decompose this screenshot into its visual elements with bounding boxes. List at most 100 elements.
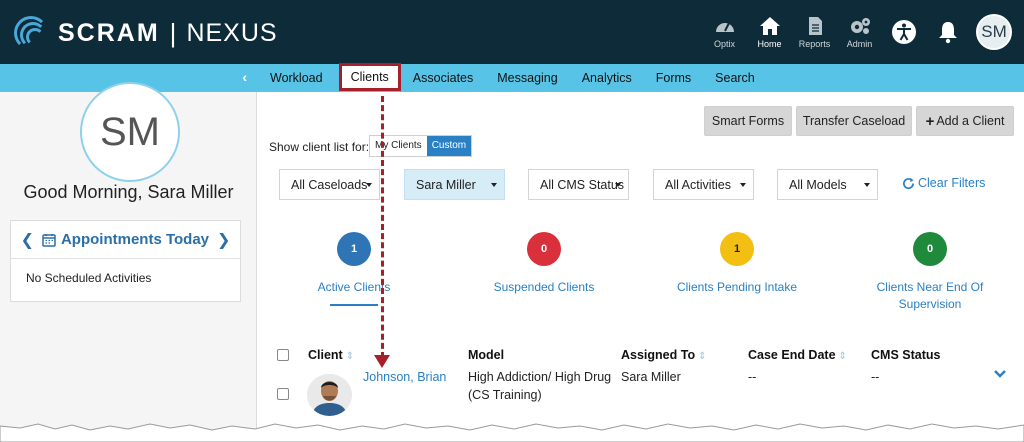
clear-filters-link[interactable]: Clear Filters (902, 176, 985, 190)
annotation-arrow-head (374, 355, 390, 368)
dashboard-icon (715, 22, 734, 32)
accessibility-button[interactable] (882, 19, 926, 45)
plus-icon: + (925, 112, 935, 130)
tab-analytics[interactable]: Analytics (570, 64, 644, 92)
sort-icon: ⇕ (698, 351, 707, 362)
suspended-count-badge: 0 (527, 232, 561, 266)
subnav-tabs: Workload Clients Associates Messaging An… (258, 63, 767, 92)
add-client-label: Add a Client (936, 114, 1005, 128)
models-dropdown[interactable]: All Models (777, 169, 878, 200)
stat-near-end-supervision[interactable]: 0 Clients Near End Of Supervision (860, 232, 1000, 313)
caret-down-icon (740, 183, 746, 187)
chevron-left-icon[interactable]: ❮ (21, 230, 34, 250)
caret-down-icon (491, 183, 497, 187)
client-case-end-date: -- (748, 370, 757, 384)
appointments-title: Appointments Today (60, 231, 210, 248)
greeting-text: Good Morning, Sara Miller (23, 182, 234, 202)
tab-search[interactable]: Search (703, 64, 767, 92)
col-assigned-label: Assigned To (621, 348, 696, 362)
client-list-toggle: My Clients Custom (369, 135, 473, 157)
annotation-arrow-line (381, 96, 384, 358)
transfer-caseload-button[interactable]: Transfer Caseload (796, 106, 912, 136)
col-client[interactable]: Client ⇕ (308, 348, 354, 362)
topnav-label: Admin (846, 38, 873, 49)
topnav-label: Reports (798, 38, 831, 49)
appointments-header: ❮ Appointments Today ❯ (11, 221, 240, 259)
user-filter-value: Sara Miller (416, 177, 476, 192)
bell-icon (939, 22, 957, 44)
my-clients-option[interactable]: My Clients (370, 136, 427, 156)
topnav-home[interactable]: Home (747, 16, 792, 49)
client-photo (307, 374, 352, 416)
show-list-label: Show client list for: (269, 140, 370, 154)
add-client-button[interactable]: + Add a Client (916, 106, 1014, 136)
appointments-panel: ❮ Appointments Today ❯ No Scheduled Acti… (10, 220, 241, 302)
stat-label: Clients Near End Of Supervision (876, 280, 984, 311)
custom-option[interactable]: Custom (426, 136, 472, 156)
stat-active-clients[interactable]: 1 Active Clients (284, 232, 424, 306)
chevron-left-icon: ‹ (242, 69, 247, 85)
caseloads-dropdown[interactable]: All Caseloads (279, 169, 380, 200)
chevron-down-icon[interactable] (994, 368, 1006, 382)
left-sidebar: SM Good Morning, Sara Miller ❮ Appointme… (0, 82, 257, 442)
scram-nexus-logo[interactable]: SCRAM | NEXUS (12, 14, 278, 52)
clients-main: Smart Forms Transfer Caseload + Add a Cl… (258, 92, 1024, 442)
topnav-label: Optix (713, 38, 735, 49)
appointments-empty-text: No Scheduled Activities (26, 271, 152, 285)
brand-separator: | (169, 17, 177, 48)
col-assigned-to[interactable]: Assigned To ⇕ (621, 348, 706, 362)
client-model-line1: High Addiction/ High Drug (468, 370, 612, 384)
topnav-optix[interactable]: Optix (702, 16, 747, 49)
gears-icon (850, 17, 870, 34)
scram-logo-icon (12, 14, 52, 52)
pending-count-badge: 1 (720, 232, 754, 266)
tab-clients[interactable]: Clients (338, 63, 401, 91)
tab-associates[interactable]: Associates (401, 64, 485, 92)
brand-name: SCRAM (58, 18, 160, 47)
tab-messaging[interactable]: Messaging (485, 64, 569, 92)
top-header: SCRAM | NEXUS Optix Home Reports Admin S… (0, 0, 1024, 64)
select-all-checkbox[interactable] (277, 349, 289, 361)
caret-down-icon (864, 183, 870, 187)
profile-avatar: SM (80, 82, 180, 182)
product-name: NEXUS (186, 18, 278, 47)
col-case-end-date[interactable]: Case End Date ⇕ (748, 348, 847, 362)
sort-icon: ⇕ (838, 351, 847, 362)
stat-suspended-clients[interactable]: 0 Suspended Clients (474, 232, 614, 296)
tab-forms[interactable]: Forms (644, 64, 703, 92)
activities-value: All Activities (665, 177, 731, 192)
client-name-link[interactable]: Johnson, Brian (363, 370, 446, 384)
col-cms-status: CMS Status (871, 348, 941, 362)
document-icon (808, 16, 822, 35)
chevron-right-icon[interactable]: ❯ (217, 230, 230, 250)
active-count-badge: 1 (337, 232, 371, 266)
client-model-line2: (CS Training) (468, 388, 542, 402)
topnav-label: Home (757, 38, 782, 49)
torn-edge-decoration (0, 423, 1024, 442)
top-navigation: Optix Home Reports Admin SM (702, 0, 1024, 64)
models-value: All Models (789, 177, 847, 192)
smart-forms-button[interactable]: Smart Forms (704, 106, 792, 136)
calendar-icon (42, 233, 56, 247)
activities-dropdown[interactable]: All Activities (653, 169, 754, 200)
stat-label: Active Clients (317, 280, 391, 294)
col-model: Model (468, 348, 505, 362)
caret-down-icon (615, 183, 621, 187)
client-cms-status: -- (871, 370, 880, 384)
refresh-icon (903, 177, 914, 189)
tab-workload[interactable]: Workload (258, 64, 335, 92)
col-case-end-label: Case End Date (748, 348, 836, 362)
stat-pending-intake[interactable]: 1 Clients Pending Intake (667, 232, 807, 296)
active-underline (330, 304, 378, 306)
user-dropdown[interactable]: Sara Miller (404, 169, 505, 200)
clients-table-header: Client ⇕ Model Assigned To ⇕ Case End Date… (258, 346, 1024, 366)
notifications-button[interactable] (926, 20, 970, 44)
row-checkbox[interactable] (277, 388, 289, 400)
user-avatar[interactable]: SM (976, 14, 1012, 50)
col-client-label: Client (308, 348, 343, 362)
stat-label: Clients Pending Intake (676, 280, 798, 294)
cms-status-dropdown[interactable]: All CMS Status (528, 169, 629, 200)
near-end-count-badge: 0 (913, 232, 947, 266)
topnav-admin[interactable]: Admin (837, 16, 882, 49)
topnav-reports[interactable]: Reports (792, 16, 837, 49)
